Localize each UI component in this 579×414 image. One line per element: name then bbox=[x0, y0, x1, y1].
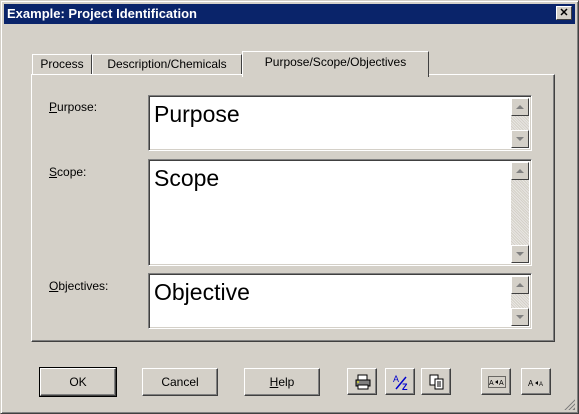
objectives-scroll-up-button[interactable] bbox=[511, 276, 529, 294]
scroll-up-arrow-icon bbox=[516, 283, 524, 287]
scope-field[interactable]: Scope bbox=[148, 159, 532, 266]
print-button[interactable] bbox=[347, 368, 377, 395]
purpose-scroll-down-button[interactable] bbox=[511, 130, 529, 148]
svg-text:A: A bbox=[528, 379, 534, 388]
tab-strip: Process Description/Chemicals Purpose/Sc… bbox=[1, 1, 579, 81]
svg-text:A: A bbox=[489, 380, 494, 387]
purpose-field-value: Purpose bbox=[154, 101, 240, 127]
print-icon bbox=[355, 374, 371, 390]
tab-process[interactable]: Process bbox=[32, 54, 92, 75]
scope-scroll-up-button[interactable] bbox=[511, 162, 529, 180]
scope-field-value: Scope bbox=[154, 165, 220, 191]
spellcheck-button[interactable]: A Z bbox=[385, 368, 415, 395]
scroll-up-arrow-icon bbox=[516, 105, 524, 109]
purpose-scroll-up-button[interactable] bbox=[511, 98, 529, 116]
svg-text:A: A bbox=[539, 382, 543, 388]
tab-description-chemicals[interactable]: Description/Chemicals bbox=[92, 54, 242, 75]
help-label-text: elp bbox=[278, 375, 295, 389]
objectives-field-value: Objective bbox=[154, 279, 250, 305]
scroll-up-arrow-icon bbox=[516, 169, 524, 173]
purpose-label-accesskey: P bbox=[49, 100, 58, 114]
project-identification-dialog: Example: Project Identification ✕ Proces… bbox=[0, 0, 579, 414]
cancel-button[interactable]: Cancel bbox=[142, 368, 218, 396]
cancel-button-label: Cancel bbox=[161, 375, 199, 389]
tab-purpose-scope-objectives[interactable]: Purpose/Scope/Objectives bbox=[242, 51, 429, 77]
scope-scrollbar[interactable] bbox=[511, 162, 529, 263]
tab-process-label: Process bbox=[40, 57, 84, 71]
tab-panel-purpose-scope-objectives: Purpose: Purpose Scope: Scope Objectives… bbox=[31, 74, 555, 342]
purpose-label-text: urpose: bbox=[57, 100, 98, 114]
svg-text:Z: Z bbox=[402, 382, 408, 391]
scroll-down-arrow-icon bbox=[516, 315, 524, 319]
expand-text-button[interactable]: A A bbox=[481, 368, 511, 395]
resize-grip-icon[interactable] bbox=[563, 398, 575, 410]
objectives-field[interactable]: Objective bbox=[148, 273, 532, 329]
svg-text:A: A bbox=[393, 374, 399, 384]
help-button[interactable]: Help bbox=[244, 368, 320, 396]
purpose-label: Purpose: bbox=[49, 100, 97, 114]
svg-text:A: A bbox=[499, 380, 504, 387]
scope-label-text: cope: bbox=[57, 165, 87, 179]
spellcheck-icon: A Z bbox=[393, 374, 408, 391]
purpose-field[interactable]: Purpose bbox=[148, 95, 532, 151]
shrink-text-icon: A A bbox=[528, 379, 543, 388]
scroll-down-arrow-icon bbox=[516, 252, 524, 256]
help-button-label: Help bbox=[270, 375, 295, 389]
copy-button[interactable] bbox=[421, 368, 451, 395]
tab-purpose-scope-objectives-label: Purpose/Scope/Objectives bbox=[264, 55, 407, 69]
scroll-down-arrow-icon bbox=[516, 137, 524, 141]
scope-scroll-down-button[interactable] bbox=[511, 245, 529, 263]
scope-label-accesskey: S bbox=[49, 165, 58, 179]
objectives-label-text: bjectives: bbox=[58, 279, 109, 293]
expand-text-icon: A A bbox=[488, 376, 506, 388]
ok-button[interactable]: OK bbox=[39, 367, 117, 397]
copy-icon bbox=[429, 374, 444, 390]
shrink-text-button[interactable]: A A bbox=[521, 368, 551, 395]
objectives-label-accesskey: O bbox=[49, 279, 59, 293]
objectives-scrollbar[interactable] bbox=[511, 276, 529, 326]
ok-button-label: OK bbox=[69, 375, 87, 389]
objectives-label: Objectives: bbox=[49, 279, 108, 293]
scope-label: Scope: bbox=[49, 165, 86, 179]
purpose-scrollbar[interactable] bbox=[511, 98, 529, 148]
objectives-scroll-down-button[interactable] bbox=[511, 308, 529, 326]
tab-description-chemicals-label: Description/Chemicals bbox=[107, 57, 227, 71]
